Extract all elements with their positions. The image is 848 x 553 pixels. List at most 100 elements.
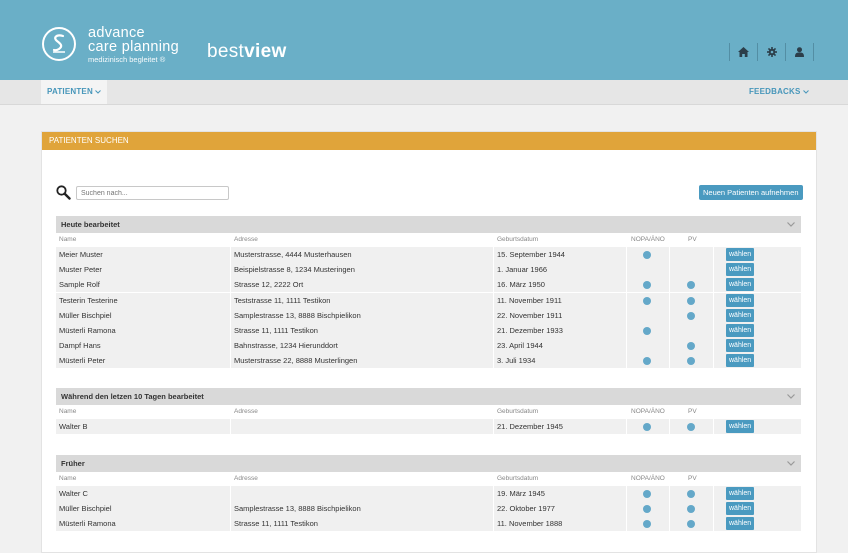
status-dot-icon xyxy=(643,326,651,335)
cell-nopa xyxy=(627,292,670,308)
column-header-name: Name xyxy=(59,475,77,482)
cell-nopa xyxy=(627,277,670,293)
table-row: Muster Peter Beispielstrasse 8, 1234 Must… xyxy=(56,262,801,278)
column-header-name: Name xyxy=(59,408,77,415)
status-dot-icon xyxy=(643,505,651,514)
cell-address xyxy=(231,419,494,434)
select-patient-button[interactable]: wählen xyxy=(726,354,755,368)
cell-address: Strasse 11, 1111 Testikon xyxy=(231,322,494,338)
cell-nopa xyxy=(627,353,670,369)
home-button[interactable] xyxy=(729,43,757,61)
section-title: Während den letzen 10 Tagen bearbeitet xyxy=(61,392,204,401)
column-headers: Name Adresse Geburtsdatum NOPA/ÄNO PV xyxy=(56,405,801,419)
cell-birthdate: 16. März 1950 xyxy=(494,277,627,293)
status-dot-icon xyxy=(643,423,651,431)
nav-patients-label: PATIENTEN xyxy=(47,87,93,96)
status-dot-icon xyxy=(687,490,695,498)
nav-feedbacks[interactable]: FEEDBACKS xyxy=(749,80,809,104)
search-input[interactable] xyxy=(76,186,229,200)
cell-address: Musterstrasse 22, 8888 Musterlingen xyxy=(231,353,494,369)
select-patient-button[interactable]: wählen xyxy=(726,293,755,307)
nav-patients[interactable]: PATIENTEN xyxy=(41,80,108,104)
cell-birthdate: 22. November 1911 xyxy=(494,307,627,323)
select-patient-button[interactable]: wählen xyxy=(726,323,755,337)
logo-text: advance care planning medizinisch beglei… xyxy=(88,26,179,66)
column-header-birthdate: Geburtsdatum xyxy=(497,236,539,243)
column-header-birthdate: Geburtsdatum xyxy=(497,475,539,482)
cell-name: Sample Rolf xyxy=(56,277,231,293)
column-header-birthdate: Geburtsdatum xyxy=(497,408,539,415)
cell-nopa xyxy=(627,262,670,278)
select-patient-button[interactable]: wählen xyxy=(726,517,755,531)
cell-address: Samplestrasse 13, 8888 Bischpielikon xyxy=(231,307,494,323)
new-patient-button[interactable]: Neuen Patienten aufnehmen xyxy=(699,185,803,200)
cell-pv xyxy=(670,247,714,262)
select-patient-button[interactable]: wählen xyxy=(726,263,755,277)
select-patient-button[interactable]: wählen xyxy=(726,248,755,261)
app-header: advance care planning medizinisch beglei… xyxy=(0,0,848,80)
select-patient-button[interactable]: wählen xyxy=(726,278,755,292)
cell-pv xyxy=(670,419,714,434)
select-patient-button[interactable]: wählen xyxy=(726,420,755,433)
logo-line-2: care planning xyxy=(88,39,179,55)
cell-birthdate: 23. April 1944 xyxy=(494,338,627,354)
column-header-nopa: NOPA/ÄNO xyxy=(631,408,665,415)
cell-birthdate: 1. Januar 1966 xyxy=(494,262,627,278)
patient-section: Heute bearbeitet Name Adresse Geburtsdatum N… xyxy=(56,216,801,369)
status-dot-icon xyxy=(687,423,695,431)
status-dot-icon xyxy=(687,281,695,290)
column-header-pv: PV xyxy=(688,408,697,415)
cell-name: Meier Muster xyxy=(56,247,231,262)
column-header-name: Name xyxy=(59,236,77,243)
select-patient-button[interactable]: wählen xyxy=(726,339,755,353)
column-header-pv: PV xyxy=(688,475,697,482)
column-header-address: Adresse xyxy=(234,475,258,482)
section-header[interactable]: Früher xyxy=(56,455,801,472)
cell-pv xyxy=(670,277,714,293)
cell-pv xyxy=(670,338,714,354)
table-row: Sample Rolf Strasse 12, 2222 Ort 16. März … xyxy=(56,277,801,293)
chevron-down-icon xyxy=(787,222,795,227)
cell-name: Testerin Testerine xyxy=(56,292,231,308)
user-button[interactable] xyxy=(785,43,814,61)
cell-pv xyxy=(670,516,714,532)
brand-name: bestview xyxy=(207,41,287,63)
settings-button[interactable] xyxy=(757,43,785,61)
home-icon xyxy=(738,47,749,57)
cell-address: Beispielstrasse 8, 1234 Musteringen xyxy=(231,262,494,278)
cell-birthdate: 21. Dezember 1945 xyxy=(494,419,627,434)
table-row: Müsterli Peter Musterstrasse 22, 8888 Mus… xyxy=(56,353,801,369)
column-header-nopa: NOPA/ÄNO xyxy=(631,236,665,243)
cell-pv xyxy=(670,501,714,517)
section-header[interactable]: Während den letzen 10 Tagen bearbeitet xyxy=(56,388,801,405)
cell-name: Dampf Hans xyxy=(56,338,231,354)
brand-light: best xyxy=(207,41,245,62)
table-row: Dampf Hans Bahnstrasse, 1234 Hierunddort 2… xyxy=(56,338,801,354)
column-header-address: Adresse xyxy=(234,236,258,243)
logo-icon xyxy=(42,27,76,61)
cell-nopa xyxy=(627,516,670,532)
cell-birthdate: 11. November 1911 xyxy=(494,292,627,308)
status-dot-icon xyxy=(687,342,695,351)
cell-birthdate: 15. September 1944 xyxy=(494,247,627,262)
cell-pv xyxy=(670,292,714,308)
status-dot-icon xyxy=(687,296,695,305)
select-patient-button[interactable]: wählen xyxy=(726,308,755,322)
patient-section: Früher Name Adresse Geburtsdatum NOPA/ÄNO PV W… xyxy=(56,455,801,532)
cell-name: Müller Bischpiel xyxy=(56,501,231,517)
cell-birthdate: 3. Juli 1934 xyxy=(494,353,627,369)
cell-birthdate: 11. November 1888 xyxy=(494,516,627,532)
cell-address: Strasse 11, 1111 Testikon xyxy=(231,516,494,532)
search-icon xyxy=(56,185,71,200)
select-patient-button[interactable]: wählen xyxy=(726,502,755,516)
section-title: Heute bearbeitet xyxy=(61,220,120,229)
table-row: Testerin Testerine Teststrasse 11, 1111 T… xyxy=(56,292,801,308)
cell-name: Muster Peter xyxy=(56,262,231,278)
section-header[interactable]: Heute bearbeitet xyxy=(56,216,801,233)
panel-title: PATIENTEN SUCHEN xyxy=(42,132,816,150)
cell-pv xyxy=(670,353,714,369)
cell-pv xyxy=(670,307,714,323)
status-dot-icon xyxy=(643,251,651,259)
select-patient-button[interactable]: wählen xyxy=(726,487,755,500)
cell-pv xyxy=(670,322,714,338)
